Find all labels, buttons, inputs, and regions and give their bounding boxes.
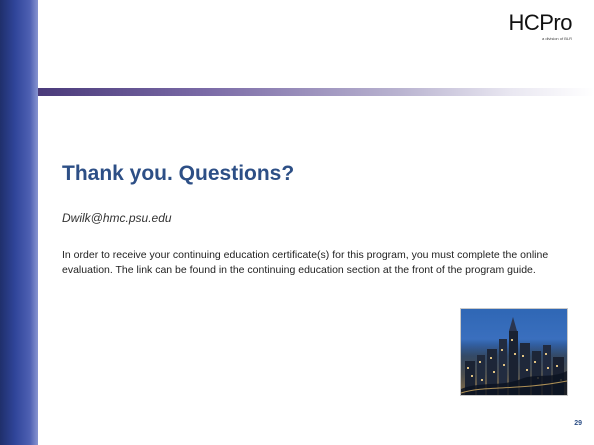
contact-email: Dwilk@hmc.psu.edu [62, 211, 172, 225]
body-paragraph: In order to receive your continuing educ… [62, 249, 549, 276]
page-number: 29 [574, 420, 582, 427]
slide: HCPro a division of BLR Thank you. Quest… [0, 0, 594, 445]
slide-title: Thank you. Questions? [62, 162, 295, 185]
hcpro-logo: HCPro a division of BLR [482, 10, 572, 50]
city-skyline-photo [460, 308, 568, 396]
city-skyline-graphic [461, 309, 567, 395]
title-divider [38, 88, 594, 96]
left-accent-shade [30, 0, 38, 445]
logo-subtext: a division of BLR [541, 36, 572, 41]
logo-text: HCPro [508, 10, 572, 35]
